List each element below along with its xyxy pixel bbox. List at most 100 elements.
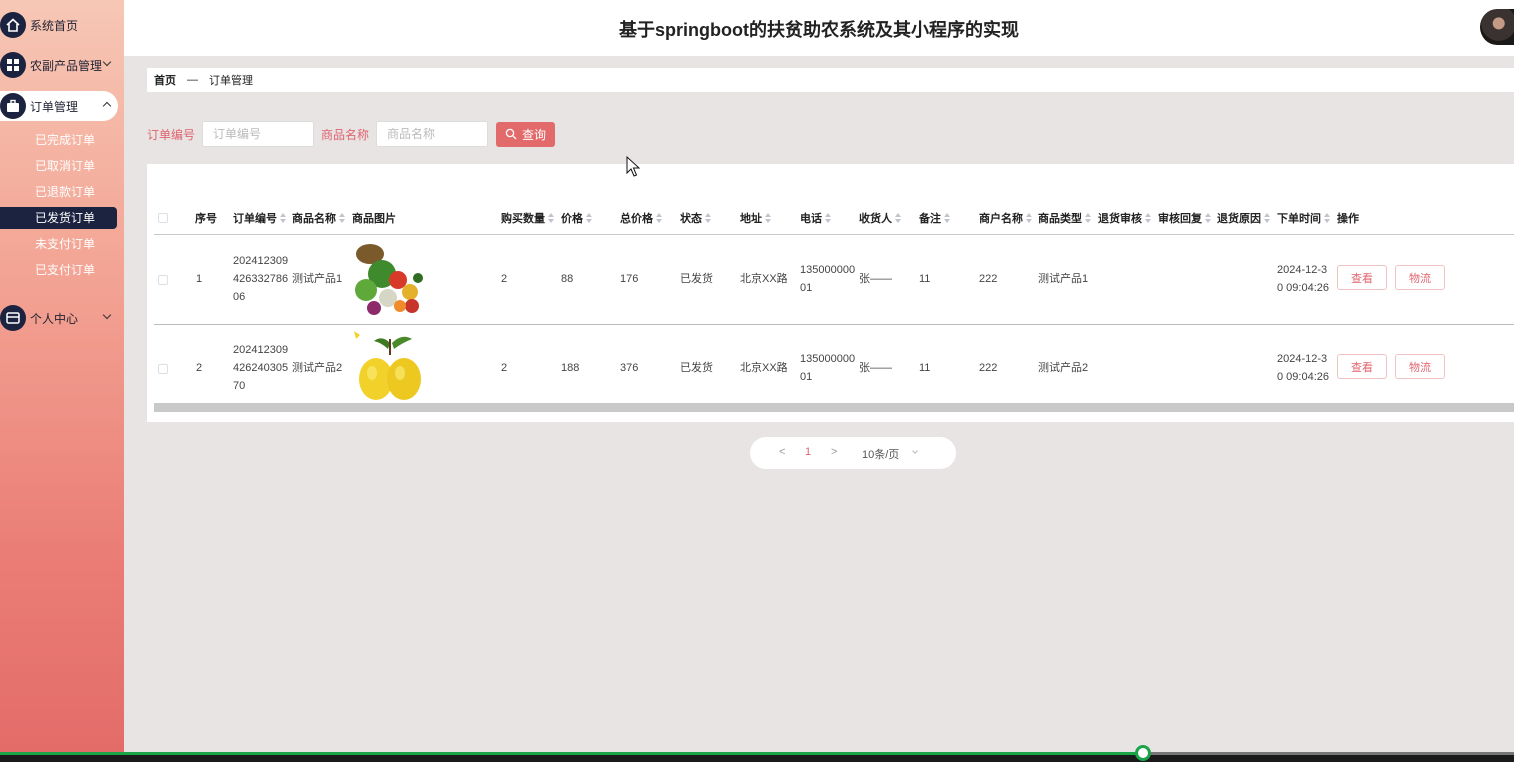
cell-product-name: 测试产品1 [292, 273, 343, 285]
cell-qty: 2 [501, 362, 508, 374]
cell-product-name: 测试产品2 [292, 362, 343, 374]
cell-order-time: 2024-12-3 0 09:04:26 [1277, 264, 1329, 294]
chevron-down-icon [102, 57, 112, 67]
chevron-up-icon [102, 101, 112, 111]
col-receiver[interactable]: 收货人 [859, 210, 902, 226]
sidebar-subitem-completed[interactable]: 已完成订单 [0, 129, 117, 151]
grid-icon [0, 52, 26, 78]
sort-icon [944, 213, 951, 223]
progress-handle[interactable] [1135, 745, 1151, 761]
logistics-button[interactable]: 物流 [1395, 354, 1445, 379]
table-header: 序号 订单编号 商品名称 商品图片 购买数量 价格 总价格 状态 地址 电话 收… [154, 200, 1514, 235]
vegetables-image [352, 240, 428, 316]
col-total[interactable]: 总价格 [620, 210, 663, 226]
col-order-time[interactable]: 下单时间 [1277, 210, 1331, 226]
col-return-review[interactable]: 退货审核 [1098, 210, 1152, 226]
product-name-input[interactable]: 商品名称 [376, 121, 489, 147]
search-icon [505, 128, 517, 140]
select-all-checkbox[interactable] [158, 213, 168, 223]
cell-status: 已发货 [680, 273, 713, 285]
next-page-button[interactable]: > [831, 446, 837, 458]
col-return-reason[interactable]: 退货原因 [1217, 210, 1271, 226]
sidebar-item-profile[interactable]: 个人中心 [0, 303, 118, 333]
breadcrumb-home[interactable]: 首页 [154, 72, 176, 88]
query-button-label: 查询 [522, 127, 547, 142]
sort-icon [825, 213, 832, 223]
sidebar-subitem-paid[interactable]: 已支付订单 [0, 259, 117, 281]
progress-remaining [1143, 752, 1514, 755]
page-title: 基于springboot的扶贫助农系统及其小程序的实现 [619, 20, 1019, 40]
sidebar-subitem-shipped[interactable]: 已发货订单 [0, 207, 117, 229]
sort-icon [656, 213, 663, 223]
col-product-name[interactable]: 商品名称 [292, 210, 346, 226]
view-button[interactable]: 查看 [1337, 265, 1387, 290]
sidebar-item-label: 系统首页 [30, 18, 79, 33]
pears-image [352, 329, 428, 403]
sidebar-subitem-cancelled[interactable]: 已取消订单 [0, 155, 117, 177]
sort-icon [1145, 213, 1152, 223]
row-checkbox[interactable] [158, 275, 168, 285]
col-review-reply[interactable]: 审核回复 [1158, 210, 1212, 226]
logistics-button[interactable]: 物流 [1395, 265, 1445, 290]
wallet-icon [0, 305, 26, 331]
view-button[interactable]: 查看 [1337, 354, 1387, 379]
col-phone[interactable]: 电话 [800, 210, 832, 226]
col-address[interactable]: 地址 [740, 210, 772, 226]
col-qty[interactable]: 购买数量 [501, 210, 555, 226]
cell-status: 已发货 [680, 362, 713, 374]
avatar[interactable] [1480, 9, 1514, 45]
cell-qty: 2 [501, 273, 508, 285]
cell-type: 测试产品2 [1038, 362, 1089, 374]
cell-index: 2 [196, 362, 203, 374]
col-type[interactable]: 商品类型 [1038, 210, 1092, 226]
sidebar-item-products[interactable]: 农副产品管理 [0, 50, 118, 80]
sort-icon [705, 213, 712, 223]
prev-page-button[interactable]: < [779, 446, 785, 458]
cell-price: 188 [561, 362, 580, 374]
sidebar: 系统首页 农副产品管理 订单管理 已完成订单 已取消订单 已退款订单 已发货订单… [0, 0, 124, 752]
sort-icon [1324, 213, 1331, 223]
cell-remark: 11 [919, 273, 931, 285]
sidebar-item-label: 个人中心 [30, 311, 79, 326]
col-actions: 操作 [1337, 213, 1359, 225]
cell-phone: 135000000 01 [800, 353, 856, 383]
cell-remark: 11 [919, 362, 931, 374]
cell-order-no: 202412309 426240305 70 [233, 344, 289, 392]
horizontal-scrollbar[interactable] [154, 403, 1514, 412]
sidebar-item-home[interactable]: 系统首页 [0, 10, 118, 40]
page-number-current[interactable]: 1 [805, 446, 811, 458]
cell-merchant: 222 [979, 273, 998, 285]
top-header: 基于springboot的扶贫助农系统及其小程序的实现 [124, 0, 1514, 56]
sort-icon [339, 213, 346, 223]
search-bar: 订单编号 订单编号 商品名称 商品名称 查询 [147, 121, 556, 147]
sidebar-subitem-unpaid[interactable]: 未支付订单 [0, 233, 117, 255]
cell-receiver: 张—— [859, 273, 892, 285]
sidebar-subitem-refunded[interactable]: 已退款订单 [0, 181, 117, 203]
col-order-no[interactable]: 订单编号 [233, 210, 287, 226]
chevron-down-icon [102, 310, 112, 320]
cell-total: 176 [620, 273, 639, 285]
breadcrumb-separator: — [187, 74, 198, 86]
home-icon [0, 12, 26, 38]
cell-merchant: 222 [979, 362, 998, 374]
col-merchant[interactable]: 商户名称 [979, 210, 1033, 226]
product-name-label: 商品名称 [321, 127, 370, 142]
row-checkbox[interactable] [158, 364, 168, 374]
sort-icon [548, 213, 555, 223]
col-price[interactable]: 价格 [561, 210, 593, 226]
cell-type: 测试产品1 [1038, 273, 1089, 285]
page-size-select[interactable]: 10条/页 [862, 446, 899, 462]
order-no-input[interactable]: 订单编号 [202, 121, 315, 147]
sidebar-item-orders[interactable]: 订单管理 [0, 91, 118, 121]
col-status[interactable]: 状态 [680, 210, 712, 226]
col-remark[interactable]: 备注 [919, 210, 951, 226]
pagination: < 1 > 10条/页 [750, 437, 956, 469]
video-progress-bar[interactable] [0, 745, 1514, 762]
orders-table: 序号 订单编号 商品名称 商品图片 购买数量 价格 总价格 状态 地址 电话 收… [147, 164, 1514, 422]
sort-icon [1205, 213, 1212, 223]
cell-order-time: 2024-12-3 0 09:04:26 [1277, 353, 1329, 383]
breadcrumb-current: 订单管理 [209, 75, 253, 87]
query-button[interactable]: 查询 [496, 121, 556, 147]
cell-order-no: 202412309 426332786 06 [233, 255, 289, 303]
col-product-image: 商品图片 [352, 213, 396, 225]
